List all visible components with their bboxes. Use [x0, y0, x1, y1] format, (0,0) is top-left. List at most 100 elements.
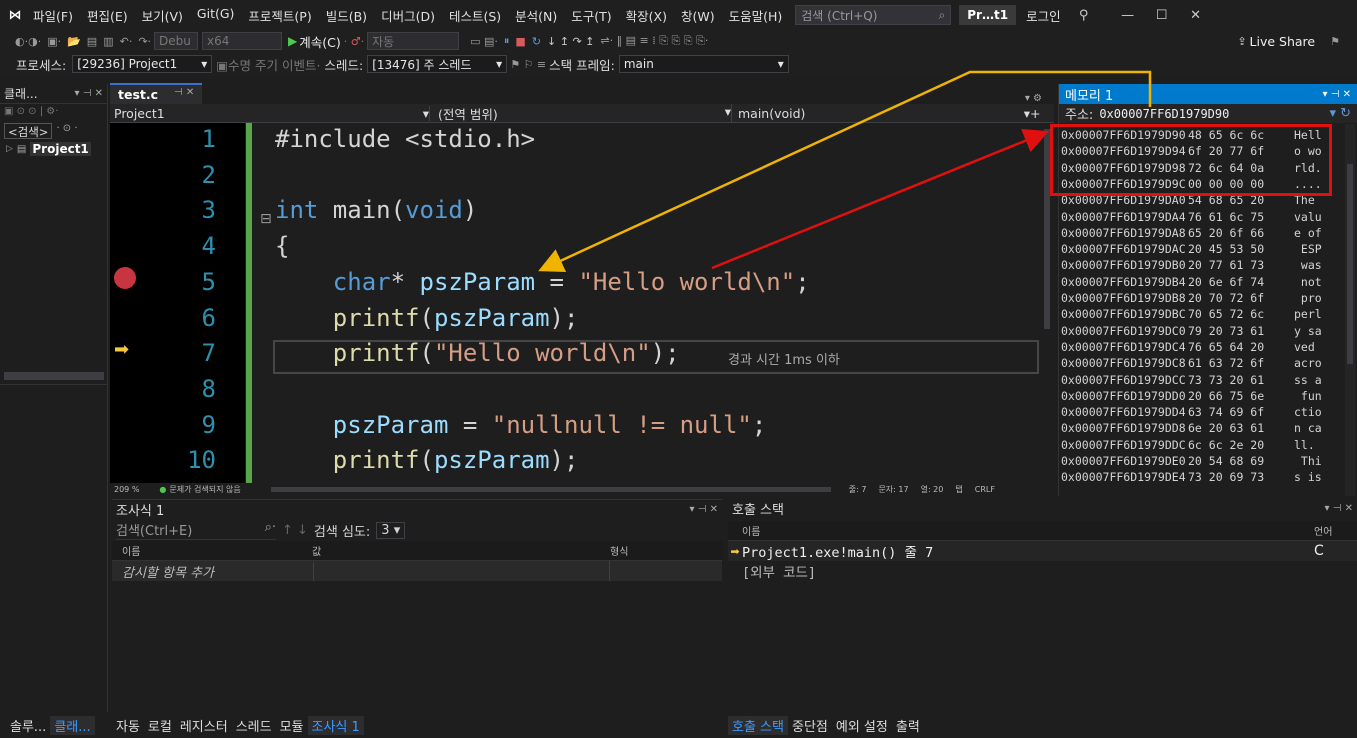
pin-icon[interactable]: ⚲ — [1067, 8, 1101, 23]
memory-row[interactable]: 0x00007FF6D1979DB0 20 77 61 73 was — [1061, 258, 1322, 274]
bottom-tab[interactable]: 모듈 — [276, 716, 308, 735]
memory-row[interactable]: 0x00007FF6D1979DC4 76 65 64 20 ved — [1061, 340, 1322, 356]
live-share-button[interactable]: Live Share — [1250, 34, 1316, 49]
menu-item[interactable]: 빌드(B) — [319, 6, 374, 25]
stackframe-select[interactable]: main ▾ — [618, 55, 789, 73]
debug-target-icon[interactable]: · ♂· — [341, 35, 367, 48]
stop-icon[interactable]: ■ — [512, 35, 528, 48]
menu-item[interactable]: 보기(V) — [135, 6, 190, 25]
callstack-frame-name[interactable]: Project1.exe!main() 줄 7 — [742, 541, 1314, 561]
step-icons[interactable]: ↓ ↥ ↷ ↥ — [544, 35, 597, 48]
editor-horizontal-scrollbar[interactable] — [270, 486, 831, 492]
callstack-external-code[interactable]: [외부 코드] — [742, 561, 816, 581]
bottom-tab[interactable]: 클래... — [50, 715, 95, 735]
breakpoint-icon[interactable] — [114, 267, 136, 289]
tab-overflow-icon[interactable]: ▾ ⚙ — [1025, 93, 1042, 104]
minimize-icon[interactable]: — — [1111, 8, 1145, 23]
code-line[interactable]: 3 int main(void) — [110, 196, 1040, 232]
code-line[interactable]: 10 printf(pszParam); — [110, 446, 1040, 482]
tree-expand-icon[interactable]: ▷ — [6, 144, 13, 154]
class-view-search[interactable]: <검색> — [4, 123, 53, 139]
panel-controls-icon[interactable]: ▾ ⊣ ✕ — [690, 504, 718, 515]
watch-add-item[interactable]: 감시할 항목 추가 — [112, 561, 314, 581]
thread-flag-icons[interactable]: ⚑ ⚐ ≡ — [507, 58, 549, 71]
code-line[interactable]: 2 — [110, 161, 1040, 197]
memory-row[interactable]: 0x00007FF6D1979DE0 20 54 68 69 Thi — [1061, 454, 1322, 470]
new-item-icon[interactable]: ▣· — [44, 35, 64, 48]
callstack-external-row[interactable]: [외부 코드] — [728, 561, 1357, 581]
watch-col-type[interactable]: 형식 — [610, 543, 710, 558]
auto-select[interactable]: 자동 — [367, 32, 460, 50]
bottom-tab[interactable]: 스레드 — [232, 716, 276, 735]
bottom-tab[interactable]: 로컬 — [144, 716, 176, 735]
nav-project-select[interactable]: Project1 ▾ — [110, 105, 430, 121]
bottom-tab[interactable]: 자동 — [112, 716, 144, 735]
bottom-tab[interactable]: 출력 — [892, 716, 924, 735]
bottom-tab[interactable]: 솔루... — [6, 716, 50, 735]
panel-controls-icon[interactable]: ▾ ⊣ ✕ — [1325, 503, 1353, 514]
memory-row[interactable]: 0x00007FF6D1979DB4 20 6e 6f 74 not — [1061, 275, 1322, 291]
menu-item[interactable]: 확장(X) — [619, 6, 674, 25]
memory-row[interactable]: 0x00007FF6D1979DB8 20 70 72 6f pro — [1061, 291, 1322, 307]
global-search-box[interactable]: 검색 (Ctrl+Q) ⌕ — [795, 5, 952, 25]
zoom-level[interactable]: 209 % — [114, 485, 139, 494]
search-options-icon[interactable]: · ⊙ · — [56, 123, 77, 139]
debug-tools-icons[interactable]: ▭ ▤· — [467, 35, 501, 48]
bottom-tab[interactable]: 레지스터 — [176, 716, 232, 735]
watch-search-input[interactable]: 검색(Ctrl+E) ⌕· — [116, 520, 276, 540]
live-share-icon[interactable]: ⇪ — [1234, 35, 1249, 48]
undo-icon[interactable]: ↶· — [117, 35, 136, 48]
memory-row[interactable]: 0x00007FF6D1979DC0 79 20 73 61 y sa — [1061, 324, 1322, 340]
memory-scrollbar[interactable] — [1345, 124, 1355, 496]
tab-test-c[interactable]: test.c ⊣ ✕ — [110, 83, 203, 104]
back-forward-icon[interactable]: ◐·◑· — [12, 35, 44, 48]
restart-icon[interactable]: ↻ — [529, 35, 544, 48]
memory-row[interactable]: 0x00007FF6D1979DD8 6e 20 63 61 n ca — [1061, 421, 1322, 437]
project-badge[interactable]: Pr…t1 — [959, 5, 1017, 25]
refresh-icon[interactable]: ▾ ↻ — [1329, 106, 1351, 121]
memory-row[interactable]: 0x00007FF6D1979DBC 70 65 72 6c perl — [1061, 307, 1322, 323]
break-all-icon[interactable]: ⏸ — [501, 34, 513, 48]
callstack-col-name[interactable]: 이름 — [728, 523, 1314, 538]
thread-select[interactable]: [13476] 주 스레드 ▾ — [367, 55, 508, 73]
configuration-select[interactable]: Debu — [154, 32, 199, 50]
menu-item[interactable]: 디버그(D) — [374, 6, 442, 25]
code-line[interactable]: 1 #include <stdio.h> — [110, 125, 1040, 161]
feedback-icon[interactable]: ⚑ — [1327, 35, 1343, 48]
panel-controls-icon[interactable]: ▾ ⊣ ✕ — [1323, 89, 1351, 100]
platform-select[interactable]: x64 — [202, 32, 283, 50]
menu-item[interactable]: 파일(F) — [26, 6, 80, 25]
memory-row[interactable]: 0x00007FF6D1979DC8 61 63 72 6f acro — [1061, 356, 1322, 372]
menu-item[interactable]: 도구(T) — [564, 6, 618, 25]
memory-row[interactable]: 0x00007FF6D1979DCC 73 73 20 61 ss a — [1061, 373, 1322, 389]
watch-add-row[interactable]: 감시할 항목 추가 — [112, 561, 722, 581]
bottom-tab[interactable]: 호출 스택 — [728, 715, 788, 735]
menu-item[interactable]: 프로젝트(P) — [241, 6, 318, 25]
bottom-tab[interactable]: 예외 설정 — [832, 716, 892, 735]
open-icon[interactable]: 📂 — [64, 35, 84, 48]
no-issues-label[interactable]: 문제가 검색되지 않음 — [169, 484, 240, 495]
process-select[interactable]: [29236] Project1 ▾ — [72, 55, 213, 73]
address-input[interactable]: 0x00007FF6D1979D90 — [1099, 107, 1229, 121]
memory-row[interactable]: 0x00007FF6D1979DD4 63 74 69 6f ctio — [1061, 405, 1322, 421]
memory-row[interactable]: 0x00007FF6D1979DE4 73 20 69 73 s is — [1061, 470, 1322, 486]
bottom-tab[interactable]: 조사식 1 — [307, 715, 364, 735]
scrollbar-thumb[interactable] — [1347, 164, 1353, 364]
code-line[interactable]: 5 char* pszParam = "Hello world\n"; — [110, 268, 1040, 304]
search-depth-select[interactable]: 3 ▾ — [376, 521, 406, 539]
panel-controls-icon[interactable]: ▾ ⊣ ✕ — [75, 88, 103, 99]
tab-pin-close-icon[interactable]: ⊣ ✕ — [174, 87, 194, 102]
continue-button[interactable]: 계속(C) — [299, 32, 340, 51]
continue-icon[interactable]: ▶ — [288, 34, 297, 48]
split-editor-icon[interactable]: + — [1030, 106, 1040, 121]
memory-row[interactable]: 0x00007FF6D1979DAC 20 45 53 50 ESP — [1061, 242, 1322, 258]
misc-debug-icons[interactable]: ⇌· ‖ ▤ ≡ ⁞ ⎘ ⎘ ⎘ ⎘· — [597, 34, 711, 48]
memory-row[interactable]: 0x00007FF6D1979DDC 6c 6c 2e 20 ll. — [1061, 438, 1322, 454]
search-nav-icons[interactable]: ↑ ↓ — [282, 523, 308, 538]
nav-function-select[interactable]: main(void) ▾ — [732, 106, 1030, 121]
code-line[interactable]: 8 — [110, 375, 1040, 411]
callstack-frame-row[interactable]: ➡ Project1.exe!main() 줄 7 C — [728, 541, 1357, 561]
menu-item[interactable]: Git(G) — [190, 6, 242, 25]
bottom-tab[interactable]: 중단점 — [788, 716, 832, 735]
collapse-icon[interactable]: ⊟ — [260, 211, 272, 227]
